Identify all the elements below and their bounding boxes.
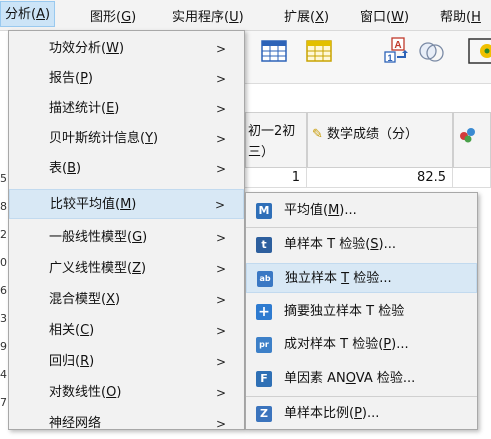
- paired-samples-icon: pr: [256, 337, 272, 353]
- menu-item-one-sample-proportion[interactable]: Z 单样本比例(P)...: [246, 399, 477, 429]
- menu-item-independent-samples-t-test[interactable]: ab 独立样本 T 检验...: [246, 263, 477, 293]
- menu-item-loglinear[interactable]: 对数线性(O) >: [9, 378, 244, 408]
- add-icon[interactable]: [467, 37, 491, 65]
- menu-item-power-analysis[interactable]: 功效分析(W) >: [9, 34, 244, 64]
- menu-item-paired-samples-t-test[interactable]: pr 成对样本 T 检验(P)...: [246, 330, 477, 360]
- cell-math-row1[interactable]: 82.5: [307, 168, 453, 188]
- menu-item-generalized-linear-models[interactable]: 广义线性模型(Z) >: [9, 254, 244, 284]
- svg-text:1: 1: [387, 53, 392, 63]
- row-number: 2: [0, 228, 7, 241]
- chevron-right-icon: >: [215, 417, 226, 431]
- chevron-right-icon: >: [215, 386, 226, 400]
- row-number: 9: [0, 340, 7, 353]
- row-number: 6: [0, 284, 7, 297]
- menu-item-neural-networks[interactable]: 神经网络 >: [9, 409, 244, 439]
- variable-view-icon[interactable]: [305, 37, 333, 65]
- analyze-menu: 功效分析(W) > 报告(P) > 描述统计(E) > 贝叶斯统计信息(Y) > 表(B…: [8, 30, 245, 431]
- row-number: 5: [0, 172, 7, 185]
- menu-analyze[interactable]: 分析(A): [0, 1, 56, 27]
- means-icon: M: [256, 203, 272, 219]
- nominal-icon: [460, 128, 475, 143]
- menu-item-one-way-anova[interactable]: F 单因素 ANOVA 检验...: [246, 364, 477, 394]
- menu-item-one-sample-t-test[interactable]: t 单样本 T 检验(S)...: [246, 230, 477, 260]
- menu-item-descriptive-statistics[interactable]: 描述统计(E) >: [9, 94, 244, 124]
- menu-graphs[interactable]: 图形(G): [90, 6, 136, 25]
- chevron-right-icon: >: [215, 72, 226, 86]
- chevron-right-icon: >: [215, 132, 226, 146]
- menu-item-general-linear-model[interactable]: 一般线性模型(G) >: [9, 223, 244, 253]
- menu-help[interactable]: 帮助(H: [440, 6, 481, 25]
- row-number: 7: [0, 396, 7, 409]
- summary-plus-icon: +: [256, 304, 272, 320]
- independent-samples-icon: ab: [257, 271, 273, 287]
- chevron-right-icon: >: [214, 198, 225, 212]
- t-test-icon: t: [256, 237, 272, 253]
- chevron-right-icon: >: [215, 42, 226, 56]
- venn-icon[interactable]: [417, 37, 445, 65]
- menu-item-regression[interactable]: 回归(R) >: [9, 347, 244, 377]
- menu-item-bayesian-statistics[interactable]: 贝叶斯统计信息(Y) >: [9, 124, 244, 154]
- toolbar: A 1: [245, 31, 491, 84]
- select-cases-icon[interactable]: A 1: [383, 37, 411, 65]
- chevron-right-icon: >: [215, 162, 226, 176]
- cell-partial-row1[interactable]: [453, 168, 491, 188]
- menu-item-mixed-models[interactable]: 混合模型(X) >: [9, 285, 244, 315]
- row-number: 8: [0, 200, 7, 213]
- proportion-z-icon: Z: [256, 406, 272, 422]
- row-number: 0: [0, 256, 7, 269]
- compare-means-submenu: M 平均值(M)... t 单样本 T 检验(S)... ab 独立样本 T 检…: [245, 192, 478, 430]
- menu-item-tables[interactable]: 表(B) >: [9, 154, 244, 184]
- menu-separator: [246, 227, 477, 228]
- data-view-icon[interactable]: [260, 37, 288, 65]
- menu-window[interactable]: 窗口(W): [360, 6, 409, 25]
- anova-icon: F: [256, 371, 272, 387]
- svg-text:A: A: [394, 40, 401, 51]
- column-header-grade[interactable]: 初一2初 三）: [245, 112, 307, 168]
- menubar: 分析(A) 图形(G) 实用程序(U) 扩展(X) 窗口(W) 帮助(H: [0, 0, 491, 31]
- column-header-partial[interactable]: [453, 112, 491, 168]
- menu-separator: [246, 396, 477, 397]
- pencil-icon: ✎: [312, 127, 323, 142]
- row-number: 4: [0, 368, 7, 381]
- chevron-right-icon: >: [215, 231, 226, 245]
- cell-grade-row1[interactable]: 1: [245, 168, 307, 188]
- menu-item-means[interactable]: M 平均值(M)...: [246, 196, 477, 226]
- menu-item-compare-means[interactable]: 比较平均值(M) >: [9, 189, 244, 219]
- chevron-right-icon: >: [215, 355, 226, 369]
- chevron-right-icon: >: [215, 293, 226, 307]
- chevron-right-icon: >: [215, 102, 226, 116]
- menu-item-correlate[interactable]: 相关(C) >: [9, 316, 244, 346]
- column-header-math-score[interactable]: ✎ 数学成绩（分）: [307, 112, 453, 168]
- row-number: 3: [0, 312, 7, 325]
- menu-utilities[interactable]: 实用程序(U): [172, 6, 244, 25]
- menu-item-reports[interactable]: 报告(P) >: [9, 64, 244, 94]
- menu-extensions[interactable]: 扩展(X): [284, 6, 329, 25]
- chevron-right-icon: >: [215, 324, 226, 338]
- chevron-right-icon: >: [215, 262, 226, 276]
- menu-item-summary-independent-samples-t-test[interactable]: + 摘要独立样本 T 检验: [246, 297, 477, 327]
